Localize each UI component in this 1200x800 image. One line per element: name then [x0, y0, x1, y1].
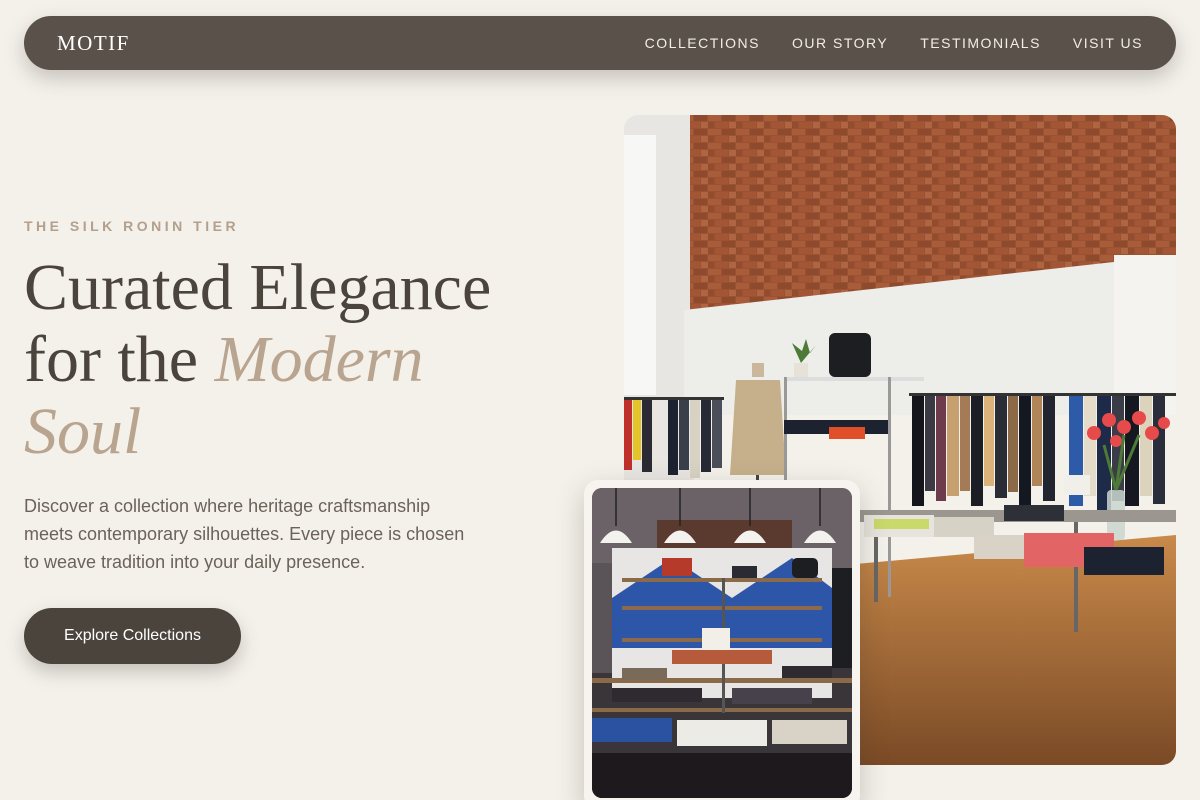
shop-display-photo-frame: [584, 480, 860, 800]
headline-accent-modern: Modern: [214, 323, 424, 396]
shop-display-photo: [592, 488, 852, 798]
headline-line-2-plain: for the: [24, 323, 215, 396]
nav-link-collections[interactable]: COLLECTIONS: [645, 35, 760, 51]
nav-link-testimonials[interactable]: TESTIMONIALS: [920, 35, 1041, 51]
nav-link-visit-us[interactable]: VISIT US: [1073, 35, 1143, 51]
explore-collections-button[interactable]: Explore Collections: [24, 608, 241, 664]
hero-headline: Curated Elegance for the Modern Soul: [24, 252, 584, 468]
headline-accent-soul: Soul: [24, 395, 142, 468]
headline-line-1: Curated Elegance: [24, 251, 492, 324]
hero-eyebrow: THE SILK RONIN TIER: [24, 218, 240, 234]
top-navigation-bar: MOTIF COLLECTIONS OUR STORY TESTIMONIALS…: [24, 16, 1176, 70]
hero-description: Discover a collection where heritage cra…: [24, 496, 465, 572]
nav-link-our-story[interactable]: OUR STORY: [792, 35, 888, 51]
nav-links: COLLECTIONS OUR STORY TESTIMONIALS VISIT…: [645, 35, 1143, 51]
brand-logo[interactable]: MOTIF: [57, 31, 130, 56]
